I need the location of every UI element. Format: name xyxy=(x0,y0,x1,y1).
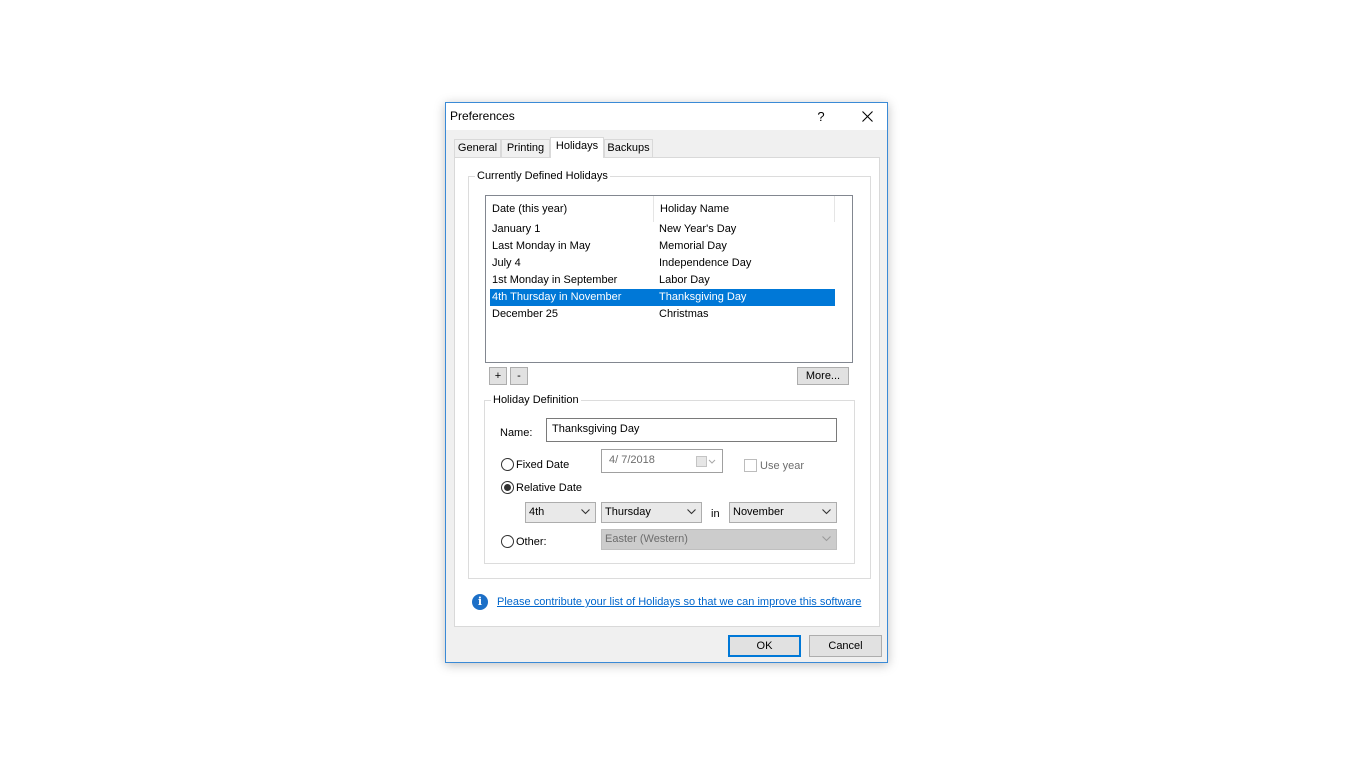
ok-button[interactable]: OK xyxy=(728,635,801,657)
add-holiday-button[interactable]: + xyxy=(489,367,507,385)
holiday-name: Labor Day xyxy=(659,274,710,286)
title-bar[interactable]: Preferences ? xyxy=(446,103,887,130)
relative-weekday-select[interactable]: Thursday xyxy=(601,502,702,523)
table-row[interactable]: December 25 Christmas xyxy=(490,306,835,323)
in-label: in xyxy=(711,508,720,520)
help-button[interactable]: ? xyxy=(806,103,836,130)
table-row[interactable]: January 1 New Year's Day xyxy=(490,221,835,238)
tab-backups[interactable]: Backups xyxy=(604,139,653,157)
chevron-down-icon xyxy=(822,509,831,515)
other-radio[interactable] xyxy=(501,535,514,548)
other-value: Easter (Western) xyxy=(605,533,688,545)
holidays-panel: Currently Defined Holidays Date (this ye… xyxy=(454,157,880,627)
holidays-group-label: Currently Defined Holidays xyxy=(475,170,610,182)
table-row[interactable]: Last Monday in May Memorial Day xyxy=(490,238,835,255)
column-header-date[interactable]: Date (this year) xyxy=(486,196,654,222)
holiday-date: 1st Monday in September xyxy=(492,274,618,286)
currently-defined-holidays-group: Currently Defined Holidays Date (this ye… xyxy=(468,170,871,579)
use-year-checkbox[interactable] xyxy=(744,459,757,472)
remove-holiday-button[interactable]: - xyxy=(510,367,528,385)
holiday-name: Thanksgiving Day xyxy=(659,291,747,303)
calendar-dropdown-icon xyxy=(696,456,716,467)
relative-date-label: Relative Date xyxy=(516,482,583,494)
definition-group-label: Holiday Definition xyxy=(491,394,581,406)
fixed-date-label: Fixed Date xyxy=(516,459,570,471)
table-row[interactable]: July 4 Independence Day xyxy=(490,255,835,272)
holidays-list[interactable]: Date (this year) Holiday Name January 1 … xyxy=(485,195,853,363)
holiday-name-input[interactable]: Thanksgiving Day xyxy=(546,418,837,442)
chevron-down-icon xyxy=(581,509,590,515)
holiday-name: Christmas xyxy=(659,308,709,320)
relative-date-radio[interactable] xyxy=(501,481,514,494)
tab-general[interactable]: General xyxy=(454,139,501,157)
column-header-name[interactable]: Holiday Name xyxy=(654,196,835,222)
preferences-dialog: Preferences ? General Printing Holidays … xyxy=(445,102,888,663)
relative-month-value: November xyxy=(733,506,784,518)
more-button[interactable]: More... xyxy=(797,367,849,385)
holiday-date: December 25 xyxy=(492,308,559,320)
chevron-down-icon xyxy=(687,509,696,515)
fixed-date-radio[interactable] xyxy=(501,458,514,471)
holiday-date: July 4 xyxy=(492,257,521,269)
close-icon xyxy=(862,111,873,122)
relative-month-select[interactable]: November xyxy=(729,502,837,523)
use-year-label: Use year xyxy=(760,460,805,472)
dialog-title: Preferences xyxy=(450,109,515,123)
holiday-name: New Year's Day xyxy=(659,223,737,235)
table-row[interactable]: 1st Monday in September Labor Day xyxy=(490,272,835,289)
other-label: Other: xyxy=(516,536,547,548)
name-label: Name: xyxy=(500,427,533,439)
contribute-holidays-link[interactable]: Please contribute your list of Holidays … xyxy=(497,596,861,608)
fixed-date-value: 4/ 7/2018 xyxy=(609,454,655,466)
tab-printing[interactable]: Printing xyxy=(501,139,550,157)
holiday-definition-group: Holiday Definition Name: Thanksgiving Da… xyxy=(484,394,855,564)
close-button[interactable] xyxy=(849,103,885,130)
holiday-name: Independence Day xyxy=(659,257,752,269)
relative-weekday-value: Thursday xyxy=(605,506,651,518)
holiday-date: Last Monday in May xyxy=(492,240,591,252)
holiday-date: 4th Thursday in November xyxy=(492,291,622,303)
fixed-date-picker[interactable]: 4/ 7/2018 xyxy=(601,449,723,473)
holiday-date: January 1 xyxy=(492,223,541,235)
info-icon: i xyxy=(472,594,488,610)
cancel-button[interactable]: Cancel xyxy=(809,635,882,657)
tab-holidays[interactable]: Holidays xyxy=(550,137,604,158)
other-select[interactable]: Easter (Western) xyxy=(601,529,837,550)
relative-ordinal-value: 4th xyxy=(529,506,545,518)
chevron-down-icon xyxy=(822,536,831,542)
list-header: Date (this year) Holiday Name xyxy=(486,196,852,222)
table-row-selected[interactable]: 4th Thursday in November Thanksgiving Da… xyxy=(490,289,835,306)
relative-ordinal-select[interactable]: 4th xyxy=(525,502,596,523)
holiday-name: Memorial Day xyxy=(659,240,727,252)
